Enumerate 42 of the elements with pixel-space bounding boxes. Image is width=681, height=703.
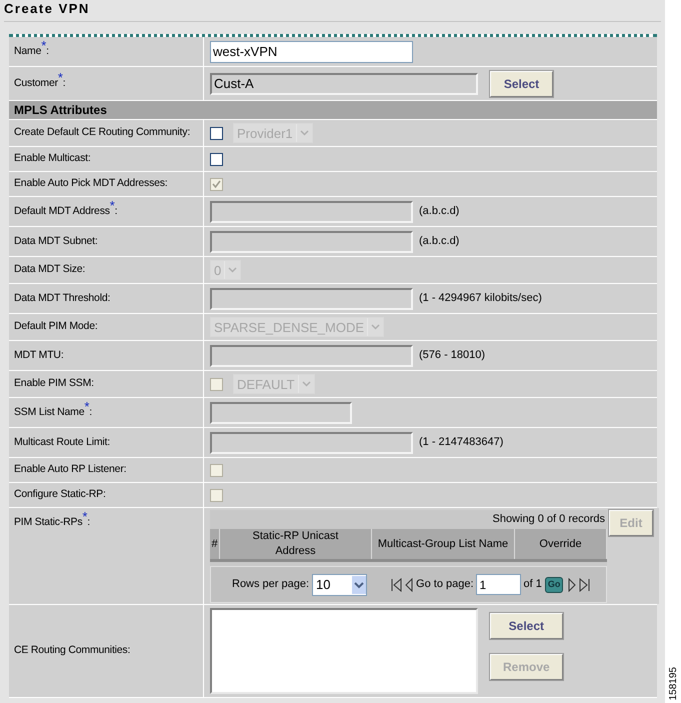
- next-page-icon[interactable]: [568, 578, 576, 592]
- rows-per-page-dropdown[interactable]: 10: [312, 574, 368, 596]
- hint-text: (a.b.c.d): [419, 204, 460, 220]
- column-header: #: [210, 529, 220, 559]
- field-label: Enable Multicast:: [14, 151, 91, 166]
- rows-per-page-label: Rows per page:: [232, 577, 310, 592]
- last-page-icon[interactable]: [579, 578, 590, 592]
- input-field[interactable]: west-xVPN: [210, 40, 413, 62]
- field-label: CE Routing Communities:: [14, 643, 130, 658]
- page-input[interactable]: 1: [476, 574, 521, 595]
- chevron-down-icon: [352, 576, 366, 594]
- field-label: Data MDT Size:: [14, 262, 86, 278]
- field-label: Enable Auto Pick MDT Addresses:: [14, 176, 168, 192]
- records-count: Showing 0 of 0 records: [492, 512, 605, 528]
- field-label: MDT MTU:: [14, 348, 64, 363]
- checkbox[interactable]: [210, 152, 223, 166]
- figure-number: 158195: [666, 666, 680, 700]
- checkbox[interactable]: [210, 126, 223, 140]
- column-header: Multicast-Group List Name: [372, 529, 515, 559]
- go-to-page-label: Go to page:: [416, 577, 474, 592]
- page-title: Create VPN: [4, 0, 90, 18]
- first-page-icon[interactable]: [391, 578, 402, 592]
- hint-text: (1 - 2147483647): [419, 435, 504, 450]
- hint-text: (1 - 4294967 kilobits/sec): [419, 291, 542, 306]
- section-header: MPLS Attributes: [9, 101, 657, 120]
- field-label: Create Default CE Routing Community:: [14, 125, 190, 140]
- previous-page-icon[interactable]: [405, 578, 414, 592]
- hint-text: (576 - 18010): [419, 348, 486, 364]
- field-label: Data MDT Subnet:: [14, 234, 98, 249]
- column-header: Static-RP Unicast Address: [220, 529, 372, 559]
- field-label: Default PIM Mode:: [14, 319, 98, 334]
- go-button[interactable]: Go: [544, 576, 564, 592]
- form-button[interactable]: Select: [490, 613, 563, 639]
- field-label: Enable Auto RP Listener:: [14, 462, 126, 478]
- field-label: Enable PIM SSM:: [14, 376, 94, 392]
- page-count: of 1: [524, 577, 542, 592]
- list-box[interactable]: [210, 608, 478, 694]
- field-label: Configure Static-RP:: [14, 487, 106, 502]
- field-label: Multicast Route Limit:: [14, 434, 110, 450]
- hint-text: (a.b.c.d): [419, 234, 460, 250]
- column-header: Override: [515, 529, 607, 559]
- field-label: Data MDT Threshold:: [14, 290, 110, 306]
